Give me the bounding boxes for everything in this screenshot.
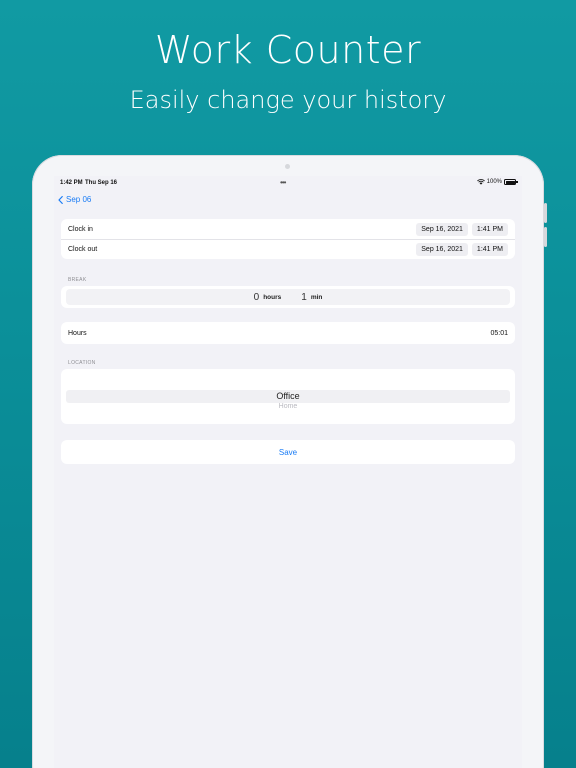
location-card: Office Home — [61, 369, 515, 424]
battery-icon — [504, 179, 518, 185]
status-right: 100% — [476, 179, 518, 185]
break-hours-value[interactable]: 0 — [254, 292, 260, 303]
break-minutes-value[interactable]: 1 — [301, 292, 307, 303]
hours-value: 05:01 — [490, 329, 508, 337]
chevron-left-icon — [58, 195, 63, 204]
break-minutes-unit: min — [310, 293, 323, 301]
back-button[interactable]: Sep 06 — [58, 195, 91, 204]
app-screen: 1:42 PM Thu Sep 16 ••• 100% Sep 06 Clock… — [54, 176, 522, 768]
status-date: Thu Sep 16 — [85, 180, 118, 186]
times-card: Clock in Sep 16, 2021 1:41 PM Clock out … — [61, 219, 515, 259]
location-option-selected[interactable]: Office — [61, 391, 515, 401]
break-card: 0 hours 1 min — [61, 286, 515, 308]
tablet-frame: 1:42 PM Thu Sep 16 ••• 100% Sep 06 Clock… — [32, 155, 547, 768]
navigation-bar: Sep 06 — [54, 193, 522, 209]
volume-button — [544, 203, 547, 223]
clock-out-label: Clock out — [68, 246, 98, 253]
clock-in-row: Clock in Sep 16, 2021 1:41 PM — [61, 219, 515, 239]
clock-in-time-picker[interactable]: 1:41 PM — [471, 222, 508, 236]
volume-button — [544, 227, 547, 247]
wifi-icon — [476, 179, 485, 185]
battery-percent: 100% — [486, 179, 502, 185]
headline: Work Counter — [154, 28, 422, 72]
hours-label: Hours — [68, 329, 87, 337]
break-section-label: BREAK — [68, 277, 87, 283]
location-section-label: LOCATION — [68, 360, 96, 366]
clock-out-time-picker[interactable]: 1:41 PM — [471, 243, 508, 256]
clock-out-row: Clock out Sep 16, 2021 1:41 PM — [61, 239, 515, 259]
multitasking-dots[interactable]: ••• — [280, 178, 286, 187]
clock-in-date-picker[interactable]: Sep 16, 2021 — [416, 222, 468, 236]
subline: Easily change your history — [129, 86, 447, 114]
hours-row: Hours 05:01 — [61, 322, 515, 344]
break-duration-picker[interactable]: 0 hours 1 min — [66, 289, 510, 305]
hours-card: Hours 05:01 — [61, 322, 515, 344]
camera-dot — [285, 164, 290, 169]
location-option[interactable]: Home — [61, 403, 515, 410]
save-button[interactable]: Save — [61, 440, 515, 464]
clock-in-label: Clock in — [68, 225, 93, 233]
status-time: 1:42 PM — [60, 180, 83, 186]
save-card: Save — [61, 440, 515, 464]
back-button-label: Sep 06 — [66, 195, 92, 204]
clock-out-date-picker[interactable]: Sep 16, 2021 — [416, 243, 468, 256]
break-hours-unit: hours — [263, 293, 282, 301]
status-bar: 1:42 PM Thu Sep 16 ••• 100% — [54, 176, 522, 190]
